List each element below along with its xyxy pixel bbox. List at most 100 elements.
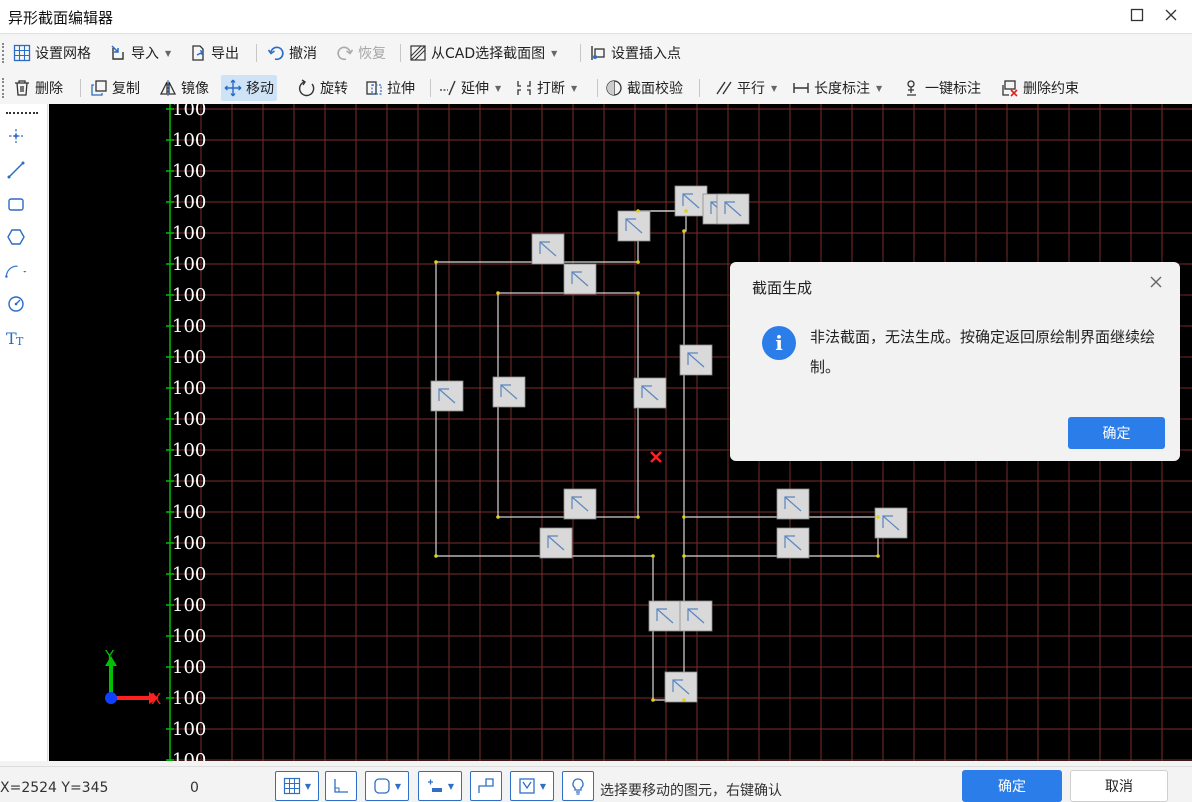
constraint-marker[interactable] bbox=[648, 600, 682, 632]
insert-point-button[interactable]: 设置插入点 bbox=[586, 40, 684, 66]
stretch-button[interactable]: 拉伸 bbox=[362, 75, 418, 101]
vertex-point bbox=[682, 698, 686, 702]
constraint-marker[interactable] bbox=[674, 185, 708, 217]
constraint-marker[interactable] bbox=[664, 671, 698, 703]
export-label: 导出 bbox=[211, 46, 239, 62]
constraint-marker[interactable] bbox=[430, 380, 464, 412]
constraint-marker[interactable] bbox=[563, 263, 597, 295]
vertex-point bbox=[876, 554, 880, 558]
chevron-down-icon[interactable]: ▼ bbox=[165, 49, 171, 58]
delete-constraint-label: 删除约束 bbox=[1023, 81, 1079, 97]
constraint-marker[interactable] bbox=[679, 600, 713, 632]
chevron-down-icon[interactable]: ▼ bbox=[571, 84, 577, 93]
constraint-marker[interactable] bbox=[617, 210, 651, 242]
chevron-down-icon[interactable]: ▼ bbox=[771, 84, 777, 93]
rectangle-icon[interactable] bbox=[4, 192, 28, 216]
vertex-point bbox=[496, 291, 500, 295]
vertex-point bbox=[682, 515, 686, 519]
export-button[interactable]: 导出 bbox=[186, 40, 242, 66]
grid-snap-icon[interactable]: ▼ bbox=[275, 771, 319, 801]
extend-button[interactable]: 延伸 ▼ bbox=[436, 75, 504, 101]
vertex-point bbox=[636, 291, 640, 295]
parallel-button[interactable]: 平行 ▼ bbox=[712, 75, 780, 101]
redo-button[interactable]: 恢复 bbox=[333, 40, 389, 66]
redo-label: 恢复 bbox=[358, 46, 386, 62]
mirror-button[interactable]: 镜像 bbox=[156, 75, 212, 101]
vertex-point bbox=[434, 260, 438, 264]
constraint-marker[interactable] bbox=[776, 488, 810, 520]
panel-grip[interactable] bbox=[6, 112, 38, 114]
tip-icon[interactable] bbox=[562, 771, 594, 801]
delete-constraint-button[interactable]: 删除约束 bbox=[998, 75, 1082, 101]
length-dimension-button[interactable]: 长度标注 ▼ bbox=[789, 75, 885, 101]
polygon-icon[interactable] bbox=[4, 225, 28, 249]
grid-spacing-label: 100 bbox=[172, 223, 206, 244]
auto-dimension-button[interactable]: 一键标注 bbox=[900, 75, 984, 101]
delete-label: 删除 bbox=[35, 81, 63, 97]
grid-spacing-label: 100 bbox=[172, 378, 206, 399]
grid-spacing-label: 100 bbox=[172, 440, 206, 461]
import-button[interactable]: 导入 ▼ bbox=[106, 40, 174, 66]
chevron-down-icon[interactable]: ▼ bbox=[876, 84, 882, 93]
redo-icon bbox=[336, 44, 354, 62]
constraint-icon[interactable]: ▼ bbox=[510, 771, 554, 801]
constraint-marker[interactable] bbox=[492, 376, 526, 408]
polyline-snap-icon[interactable] bbox=[470, 771, 502, 801]
parallel-label: 平行 bbox=[737, 81, 765, 97]
close-icon[interactable] bbox=[1144, 272, 1168, 296]
constraint-marker[interactable] bbox=[539, 527, 573, 559]
copy-icon bbox=[90, 79, 108, 97]
vertex-point bbox=[684, 209, 688, 213]
grid-spacing-label: 100 bbox=[172, 533, 206, 554]
chevron-down-icon[interactable]: ▼ bbox=[551, 49, 557, 58]
point-icon[interactable] bbox=[4, 124, 28, 148]
line-icon[interactable] bbox=[4, 158, 28, 182]
object-snap-icon[interactable]: ▼ bbox=[365, 771, 409, 801]
constraint-marker[interactable] bbox=[874, 507, 908, 539]
length-dimension-label: 长度标注 bbox=[814, 81, 870, 97]
undo-button[interactable]: 撤消 bbox=[264, 40, 320, 66]
cad-select-button[interactable]: 从CAD选择截面图 ▼ bbox=[406, 40, 560, 66]
dialog-ok-button[interactable]: 确定 bbox=[1068, 417, 1165, 449]
circle-icon[interactable] bbox=[4, 292, 28, 316]
constraint-marker[interactable] bbox=[531, 233, 565, 265]
status-bar: X=2524 Y=345 0 ▼ ▼ ▼ ▼ 选择要移动的图元，右键确认 确定 … bbox=[0, 766, 1192, 802]
ortho-icon[interactable] bbox=[325, 771, 357, 801]
constraint-marker[interactable] bbox=[679, 344, 713, 376]
window-title: 异形截面编辑器 bbox=[8, 9, 114, 27]
vertex-point bbox=[651, 698, 655, 702]
toolbar-grip[interactable] bbox=[2, 78, 4, 98]
set-grid-button[interactable]: 设置网格 bbox=[10, 40, 94, 66]
maximize-icon[interactable] bbox=[1124, 5, 1150, 29]
move-button[interactable]: 移动 bbox=[221, 75, 277, 101]
dimension-snap-icon[interactable]: ▼ bbox=[418, 771, 462, 801]
text-icon[interactable]: TT bbox=[4, 326, 28, 350]
delete-button[interactable]: 删除 bbox=[10, 75, 66, 101]
vertex-point bbox=[682, 554, 686, 558]
cancel-button[interactable]: 取消 bbox=[1070, 770, 1168, 802]
constraint-marker[interactable] bbox=[716, 193, 750, 225]
grid-spacing-label: 100 bbox=[172, 130, 206, 151]
confirm-button[interactable]: 确定 bbox=[962, 770, 1062, 802]
constraint-marker[interactable] bbox=[776, 527, 810, 559]
break-button[interactable]: 打断 ▼ bbox=[512, 75, 580, 101]
status-hint: 选择要移动的图元，右键确认 bbox=[600, 783, 782, 799]
auto-dimension-icon bbox=[903, 79, 921, 97]
insert-point-label: 设置插入点 bbox=[611, 46, 681, 62]
set-grid-label: 设置网格 bbox=[35, 46, 91, 62]
close-icon[interactable] bbox=[1158, 5, 1184, 29]
constraint-marker[interactable] bbox=[633, 377, 667, 409]
axis-indicator: X Y bbox=[104, 647, 161, 708]
rotate-button[interactable]: 旋转 bbox=[295, 75, 351, 101]
vertex-point bbox=[636, 515, 640, 519]
constraint-marker[interactable] bbox=[563, 488, 597, 520]
grid-spacing-label: 100 bbox=[172, 347, 206, 368]
toolbar-grip[interactable] bbox=[2, 43, 4, 63]
toolbar-separator bbox=[80, 79, 81, 97]
chevron-down-icon[interactable]: ▼ bbox=[495, 84, 501, 93]
arc-icon[interactable] bbox=[4, 259, 28, 283]
section-check-label: 截面校验 bbox=[627, 81, 683, 97]
section-check-button[interactable]: 截面校验 bbox=[602, 75, 686, 101]
copy-button[interactable]: 复制 bbox=[87, 75, 143, 101]
cursor-marker bbox=[650, 451, 662, 463]
